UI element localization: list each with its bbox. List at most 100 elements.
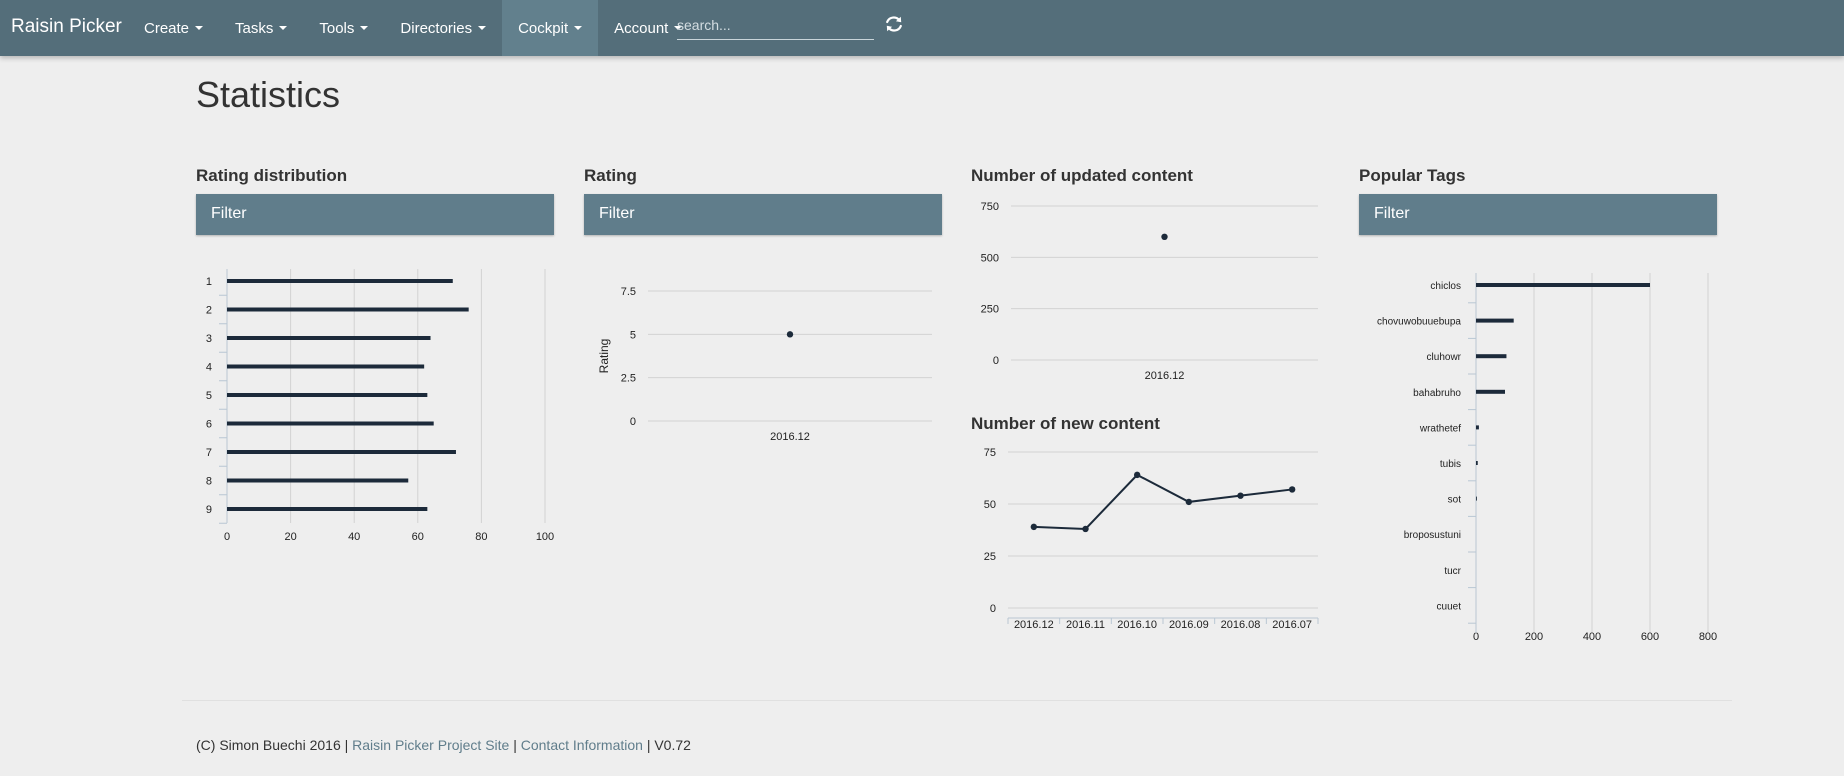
bar <box>1476 318 1514 323</box>
nav-create[interactable]: Create <box>128 0 219 56</box>
x-tick-label: 200 <box>1525 631 1543 643</box>
x-tick-label: 400 <box>1583 631 1601 643</box>
data-point <box>1082 525 1089 533</box>
new-content-chart: 0 25 50 75 2016.12 2016.11 2016.10 2016.09 2016.… <box>984 447 1319 631</box>
y-tick-label: 2.5 <box>621 373 636 385</box>
search-field-wrapper <box>677 12 874 40</box>
footer-copyright: (C) Simon Buechi 2016 | <box>196 737 349 753</box>
y-tick-label: 5 <box>630 329 636 341</box>
rating-distribution-chart: 0 20 40 60 80 100 1 2 3 4 5 6 7 8 9 <box>206 269 554 543</box>
bar <box>227 393 428 397</box>
y-tick-label: tucr <box>1444 566 1461 577</box>
bar <box>227 421 434 426</box>
x-tick-label: 100 <box>536 531 554 543</box>
x-tick-label: 800 <box>1699 631 1717 643</box>
footer-divider <box>182 700 1732 701</box>
y-tick-label: broposustuni <box>1404 530 1461 541</box>
y-tick-label: 250 <box>981 304 999 316</box>
x-tick-label: 2016.08 <box>1221 619 1261 631</box>
bar <box>227 279 453 283</box>
data-point <box>1161 233 1168 240</box>
nav-account-label: Account <box>614 19 669 37</box>
y-axis-title: Rating <box>597 339 611 374</box>
x-tick-label: 60 <box>412 531 424 543</box>
y-tick-label: 0 <box>990 603 996 615</box>
x-tick-label: 20 <box>284 531 296 543</box>
contact-information-link[interactable]: Contact Information <box>521 737 643 753</box>
y-tick-label: bahabruho <box>1413 388 1461 399</box>
x-tick-label: 0 <box>224 531 230 543</box>
chevron-down-icon <box>195 26 204 30</box>
x-tick-label: 2016.09 <box>1169 619 1209 631</box>
popular-tags-chart: 0 200 400 600 800chicloschovuwobuuebupacluho… <box>1377 273 1717 643</box>
nav-tools[interactable]: Tools <box>303 0 384 56</box>
nav-tasks[interactable]: Tasks <box>219 0 303 56</box>
brand-logo[interactable]: Raisin Picker <box>11 16 122 38</box>
nav-cockpit-label: Cockpit <box>518 19 569 37</box>
bar <box>1476 389 1505 394</box>
bar <box>1476 283 1650 287</box>
y-tick-label: wrathetef <box>1419 423 1461 434</box>
search-input[interactable] <box>677 12 874 38</box>
rating-title: Rating <box>584 166 637 185</box>
y-tick-label: 7.5 <box>621 286 636 298</box>
popular-tags-filter-button[interactable]: Filter <box>1359 194 1717 235</box>
nav-menu: Create Tasks Tools Directories Cockpit A… <box>128 0 698 56</box>
y-tick-label: 6 <box>206 419 212 431</box>
data-point <box>1030 523 1038 531</box>
bar <box>1476 461 1478 465</box>
bar <box>1476 425 1479 430</box>
y-tick-label: 25 <box>984 551 996 563</box>
x-tick-label: 600 <box>1641 631 1659 643</box>
x-tick-label: 2016.12 <box>1145 370 1185 382</box>
data-point <box>1185 498 1193 506</box>
nav-create-label: Create <box>144 19 190 37</box>
rating-filter-button[interactable]: Filter <box>584 194 942 235</box>
y-tick-label: chovuwobuuebupa <box>1377 317 1461 328</box>
updated-content-title: Number of updated content <box>971 166 1193 185</box>
bar <box>227 450 456 454</box>
y-tick-label: 0 <box>630 416 636 428</box>
x-tick-label: 2016.12 <box>770 431 810 443</box>
y-tick-label: 3 <box>206 333 212 345</box>
x-tick-label: 2016.07 <box>1272 619 1312 631</box>
rating-chart: 0 2.5 5 7.5 2016.12 Rating <box>597 286 932 443</box>
chevron-down-icon <box>279 26 288 30</box>
bar <box>227 507 428 511</box>
refresh-icon[interactable] <box>884 14 904 34</box>
data-point <box>786 331 794 338</box>
y-tick-label: chiclos <box>1430 281 1461 292</box>
y-tick-label: 0 <box>993 355 999 367</box>
footer-version: | V0.72 <box>646 737 691 753</box>
y-tick-label: tubis <box>1440 459 1461 470</box>
y-tick-label: 9 <box>206 504 212 516</box>
x-tick-label: 2016.10 <box>1117 619 1157 631</box>
y-tick-label: 4 <box>206 362 212 374</box>
rating-distribution-filter-button[interactable]: Filter <box>196 194 554 235</box>
data-point <box>1133 471 1141 479</box>
updated-content-chart: 0 250 500 750 2016.12 <box>981 201 1318 382</box>
x-tick-label: 2016.12 <box>1014 619 1054 631</box>
rating-distribution-title: Rating distribution <box>196 166 348 185</box>
nav-directories[interactable]: Directories <box>384 0 502 56</box>
x-tick-label: 40 <box>348 531 360 543</box>
page-title: Statistics <box>196 74 341 115</box>
data-point <box>1237 492 1244 499</box>
project-site-link[interactable]: Raisin Picker Project Site <box>352 737 509 753</box>
y-tick-label: 8 <box>206 476 212 488</box>
nav-tools-label: Tools <box>319 19 355 37</box>
popular-tags-title: Popular Tags <box>1359 166 1466 185</box>
y-tick-label: sot <box>1448 495 1462 506</box>
x-tick-label: 80 <box>475 531 487 543</box>
y-tick-label: cluhowr <box>1427 352 1462 363</box>
nav-tasks-label: Tasks <box>235 19 274 37</box>
y-tick-label: 2 <box>206 305 212 317</box>
nav-cockpit[interactable]: Cockpit <box>502 0 599 56</box>
footer: (C) Simon Buechi 2016 | Raisin Picker Pr… <box>196 737 691 753</box>
y-tick-label: 750 <box>981 201 999 213</box>
series-line <box>1033 473 1293 530</box>
y-tick-label: cuuet <box>1437 601 1462 612</box>
top-navbar: Raisin Picker Create Tasks Tools Directo… <box>0 0 1844 56</box>
chevron-down-icon <box>478 26 487 30</box>
y-tick-label: 5 <box>206 390 212 402</box>
